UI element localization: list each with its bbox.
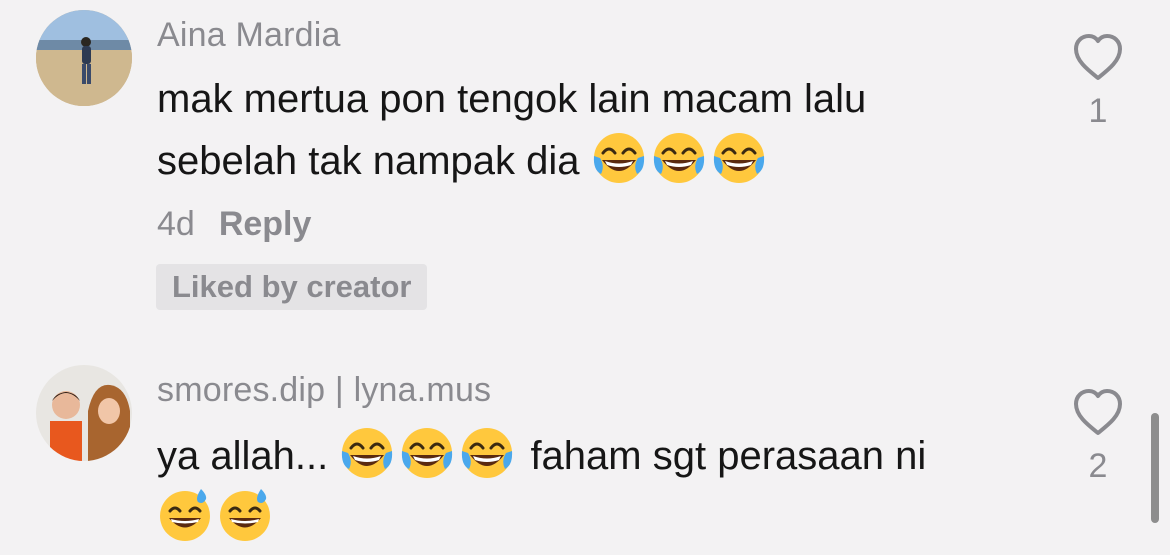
- like-count: 2: [1088, 447, 1108, 485]
- comment-text-end: faham sgt perasaan ni: [519, 434, 927, 478]
- comment-text-line-2: sebelah tak nampak dia: [157, 130, 1037, 192]
- sweat-smile-emoji: [218, 487, 272, 543]
- comment-time: 4d: [157, 205, 195, 243]
- comment-username[interactable]: Aina Mardia: [157, 16, 341, 55]
- heart-icon[interactable]: [1070, 385, 1126, 441]
- joy-emoji: [592, 131, 646, 185]
- comment-text: ya allah... faham sgt perasaan ni: [157, 425, 1037, 549]
- reply-button[interactable]: Reply: [219, 205, 312, 243]
- sweat-smile-emoji: [158, 487, 212, 543]
- comment-text-line: sebelah tak nampak dia: [157, 139, 591, 183]
- liked-by-creator-badge: Liked by creator: [156, 264, 428, 310]
- comment-text-start: ya allah...: [157, 434, 340, 478]
- joy-emoji: [712, 131, 766, 185]
- comment-meta: 4d Reply: [157, 205, 311, 244]
- comment-item: smores.dip | lyna.mus ya allah... faham …: [0, 355, 1170, 555]
- avatar[interactable]: [36, 365, 132, 461]
- like-count: 1: [1088, 92, 1108, 130]
- avatar[interactable]: [36, 10, 132, 106]
- heart-icon[interactable]: [1070, 30, 1126, 86]
- comment-item: Aina Mardia mak mertua pon tengok lain m…: [0, 0, 1170, 330]
- comment-text-line: ya allah... faham sgt perasaan ni: [157, 425, 1037, 487]
- joy-emoji: [340, 426, 394, 480]
- comment-text-line-2: [157, 487, 1037, 549]
- joy-emoji: [400, 426, 454, 480]
- comment-text-line: mak mertua pon tengok lain macam lalu: [157, 77, 867, 121]
- joy-emoji: [652, 131, 706, 185]
- joy-emoji: [460, 426, 514, 480]
- scrollbar[interactable]: [1151, 413, 1159, 523]
- comment-text: mak mertua pon tengok lain macam lalu se…: [157, 68, 1037, 192]
- comment-username[interactable]: smores.dip | lyna.mus: [157, 371, 491, 410]
